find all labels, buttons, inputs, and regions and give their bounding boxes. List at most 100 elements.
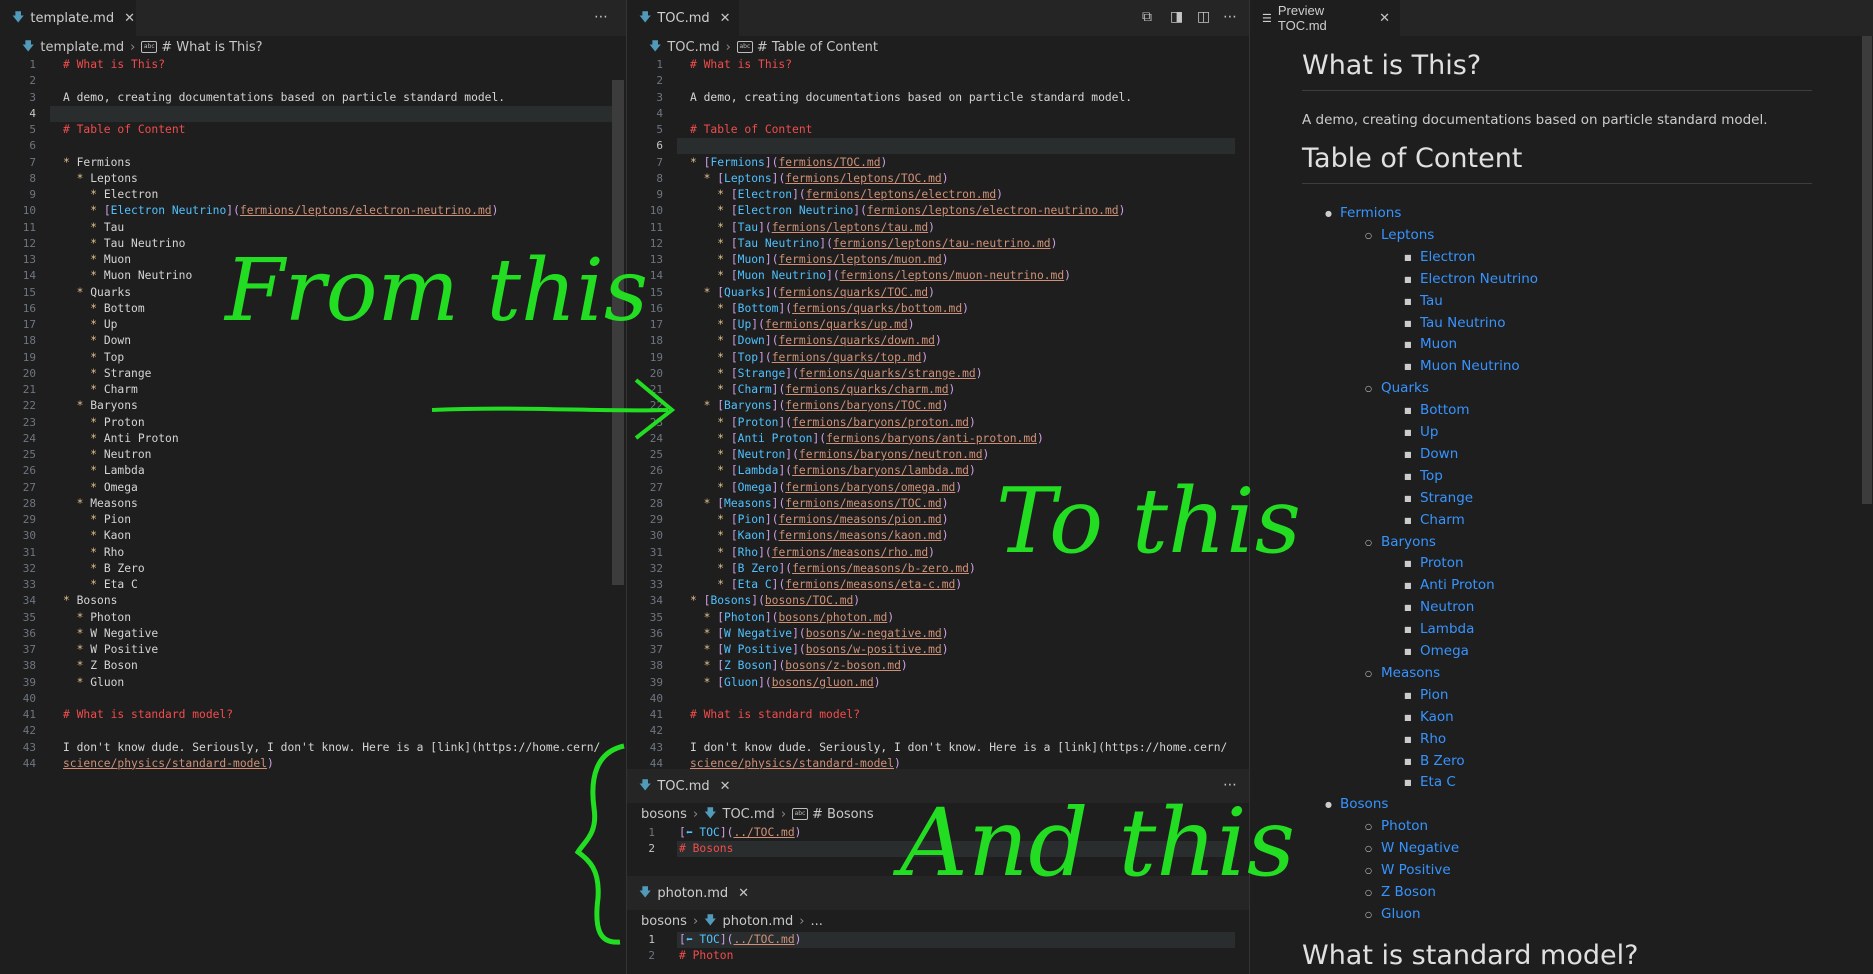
breadcrumb-folder[interactable]: bosons	[641, 807, 687, 822]
editor-divider[interactable]	[626, 0, 627, 974]
code-line[interactable]: 30 * [Kaon](fermions/measons/kaon.md)	[627, 528, 1249, 544]
code-line[interactable]: 20 * Strange	[0, 366, 626, 382]
code-line[interactable]: 43 I don't know dude. Seriously, I don't …	[627, 740, 1249, 756]
preview-link[interactable]: Bottom	[1420, 402, 1470, 418]
preview-link[interactable]: Bosons	[1340, 796, 1388, 812]
code-line[interactable]: 28 * [Measons](fermions/measons/TOC.md)	[627, 496, 1249, 512]
code-line[interactable]: 27 * [Omega](fermions/baryons/omega.md)	[627, 480, 1249, 496]
code-line[interactable]: 11 * Tau	[0, 220, 626, 236]
preview-link[interactable]: Quarks	[1381, 380, 1429, 396]
code-line[interactable]: 36 * W Negative	[0, 626, 626, 642]
breadcrumb-symbol[interactable]: # Bosons	[812, 807, 874, 822]
preview-link[interactable]: Top	[1420, 468, 1443, 484]
preview-link[interactable]: Anti Proton	[1420, 577, 1495, 593]
code-line[interactable]: 9 * [Electron](fermions/leptons/electron…	[627, 187, 1249, 203]
code-line[interactable]: 18 * Down	[0, 333, 626, 349]
close-icon[interactable]: ✕	[1379, 10, 1390, 26]
preview-link[interactable]: Z Boson	[1381, 884, 1436, 900]
preview-link[interactable]: Kaon	[1420, 709, 1454, 725]
code-line[interactable]: 43 I don't know dude. Seriously, I don't …	[0, 740, 626, 756]
code-line[interactable]: 10 * [Electron Neutrino](fermions/lepton…	[627, 203, 1249, 219]
code-line[interactable]: 37 * [W Positive](bosons/w-positive.md)	[627, 642, 1249, 658]
breadcrumb-file[interactable]: template.md	[40, 40, 124, 55]
close-icon[interactable]: ✕	[720, 779, 731, 794]
more-actions-icon[interactable]: ⋯	[594, 9, 608, 25]
preview-link[interactable]: Proton	[1420, 555, 1464, 571]
code-line[interactable]: 11 * [Tau](fermions/leptons/tau.md)	[627, 220, 1249, 236]
close-icon[interactable]: ✕	[124, 11, 135, 26]
code-line[interactable]: 16 * Bottom	[0, 301, 626, 317]
code-line[interactable]: 29 * Pion	[0, 512, 626, 528]
tab-bosons-toc-md[interactable]: 🡇 TOC.md ✕	[627, 769, 741, 803]
code-line[interactable]: 7 * [Fermions](fermions/TOC.md)	[627, 155, 1249, 171]
preview-link[interactable]: Down	[1420, 446, 1458, 462]
close-icon[interactable]: ✕	[738, 886, 749, 901]
code-line[interactable]: 40	[627, 691, 1249, 707]
code-line[interactable]: 22 * Baryons	[0, 398, 626, 414]
tab-preview-toc[interactable]: ☰ Preview TOC.md ✕	[1250, 0, 1400, 36]
more-actions-icon[interactable]: ⋯	[1223, 9, 1237, 25]
code-line[interactable]: 25 * Neutron	[0, 447, 626, 463]
code-line[interactable]: 6	[627, 138, 1249, 154]
preview-link[interactable]: Up	[1420, 424, 1438, 440]
preview-link[interactable]: Fermions	[1340, 205, 1401, 221]
code-line[interactable]: 33 * Eta C	[0, 577, 626, 593]
code-line[interactable]: 30 * Kaon	[0, 528, 626, 544]
code-line[interactable]: 9 * Electron	[0, 187, 626, 203]
code-line[interactable]: 42	[627, 723, 1249, 739]
code-editor[interactable]: 1 # What is This? 2 3 A demo, creating docum…	[627, 57, 1249, 770]
preview-link[interactable]: Photon	[1381, 818, 1428, 834]
code-line[interactable]: 2 # Photon	[627, 948, 1249, 964]
close-icon[interactable]: ✕	[720, 11, 731, 26]
preview-link[interactable]: Measons	[1381, 665, 1440, 681]
tab-photon-md[interactable]: 🡇 photon.md ✕	[627, 876, 759, 910]
code-line[interactable]: 41 # What is standard model?	[627, 707, 1249, 723]
preview-link[interactable]: Tau Neutrino	[1420, 315, 1506, 331]
code-line[interactable]: 33 * [Eta C](fermions/measons/eta-c.md)	[627, 577, 1249, 593]
preview-link[interactable]: Pion	[1420, 687, 1448, 703]
code-line[interactable]: 44 science/physics/standard-model)	[0, 756, 626, 772]
breadcrumb-symbol[interactable]: # Table of Content	[757, 40, 878, 55]
code-line[interactable]: 21 * [Charm](fermions/quarks/charm.md)	[627, 382, 1249, 398]
code-editor[interactable]: 1 [⬅ TOC](../TOC.md) 2 # Bosons	[627, 825, 1249, 865]
breadcrumb-symbol[interactable]: # What is This?	[161, 40, 262, 55]
code-line[interactable]: 22 * [Baryons](fermions/baryons/TOC.md)	[627, 398, 1249, 414]
code-line[interactable]: 3 A demo, creating documentations based o…	[627, 90, 1249, 106]
preview-link[interactable]: Leptons	[1381, 227, 1434, 243]
code-line[interactable]: 4	[627, 106, 1249, 122]
preview-link[interactable]: B Zero	[1420, 753, 1465, 769]
preview-link[interactable]: Omega	[1420, 643, 1469, 659]
code-line[interactable]: 18 * [Down](fermions/quarks/down.md)	[627, 333, 1249, 349]
preview-link[interactable]: W Negative	[1381, 840, 1459, 856]
tab-toc-md[interactable]: 🡇 TOC.md ✕	[627, 0, 739, 36]
preview-link[interactable]: Lambda	[1420, 621, 1474, 637]
code-line[interactable]: 15 * Quarks	[0, 285, 626, 301]
code-line[interactable]: 13 * [Muon](fermions/leptons/muon.md)	[627, 252, 1249, 268]
code-line[interactable]: 35 * Photon	[0, 610, 626, 626]
code-line[interactable]: 1 [⬅ TOC](../TOC.md)	[627, 825, 1249, 841]
breadcrumb-file[interactable]: TOC.md	[667, 40, 719, 55]
code-line[interactable]: 19 * [Top](fermions/quarks/top.md)	[627, 350, 1249, 366]
code-line[interactable]: 7 * Fermions	[0, 155, 626, 171]
code-line[interactable]: 4	[0, 106, 626, 122]
code-line[interactable]: 8 * [Leptons](fermions/leptons/TOC.md)	[627, 171, 1249, 187]
code-line[interactable]: 36 * [W Negative](bosons/w-negative.md)	[627, 626, 1249, 642]
open-changes-icon[interactable]: ⧉	[1142, 9, 1152, 25]
code-line[interactable]: 1 # What is This?	[627, 57, 1249, 73]
code-line[interactable]: 34 * Bosons	[0, 593, 626, 609]
code-line[interactable]: 35 * [Photon](bosons/photon.md)	[627, 610, 1249, 626]
code-line[interactable]: 1 # What is This?	[0, 57, 626, 73]
preview-link[interactable]: Neutron	[1420, 599, 1474, 615]
preview-link[interactable]: Electron	[1420, 249, 1475, 265]
code-line[interactable]: 14 * [Muon Neutrino](fermions/leptons/mu…	[627, 268, 1249, 284]
code-line[interactable]: 27 * Omega	[0, 480, 626, 496]
code-line[interactable]: 1 [⬅ TOC](../TOC.md)	[627, 932, 1249, 948]
preview-link[interactable]: Muon	[1420, 336, 1457, 352]
code-line[interactable]: 38 * Z Boson	[0, 658, 626, 674]
code-line[interactable]: 37 * W Positive	[0, 642, 626, 658]
code-line[interactable]: 31 * Rho	[0, 545, 626, 561]
code-line[interactable]: 5 # Table of Content	[627, 122, 1249, 138]
code-line[interactable]: 5 # Table of Content	[0, 122, 626, 138]
code-editor[interactable]: 1 # What is This? 2 3 A demo, creating docum…	[0, 57, 626, 777]
code-line[interactable]: 17 * [Up](fermions/quarks/up.md)	[627, 317, 1249, 333]
